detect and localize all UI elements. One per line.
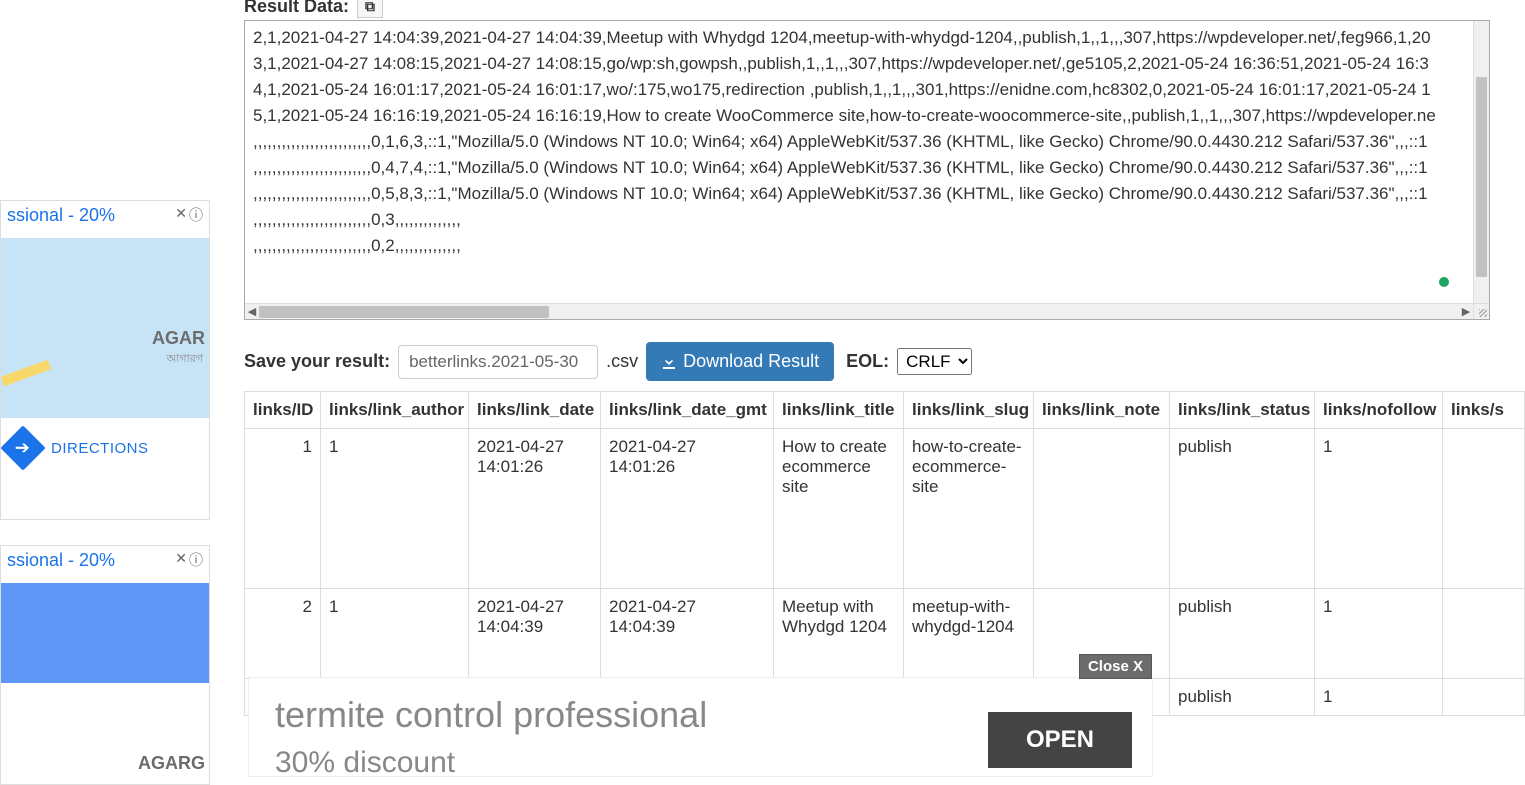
table-cell: meetup-with-whydgd-1204 — [904, 589, 1034, 679]
sidebar-ad-2[interactable]: ssional - 20% ✕ ⓘ AGARG — [0, 545, 210, 785]
ad-map: AGAR আগারগ — [1, 238, 209, 418]
horizontal-scrollbar[interactable]: ◀ ▶ — [245, 303, 1473, 319]
table-cell: publish — [1170, 679, 1315, 716]
th-note: links/link_note — [1034, 392, 1170, 429]
table-cell: 2 — [245, 589, 321, 679]
table-cell: 1 — [321, 429, 469, 589]
ad-title: ssional - 20% — [7, 205, 115, 226]
table-row: 112021-04-27 14:01:262021-04-27 14:01:26… — [245, 429, 1525, 589]
table-cell — [1034, 429, 1170, 589]
ad-close-icon[interactable]: ✕ — [175, 205, 187, 225]
th-nofollow: links/nofollow — [1315, 392, 1443, 429]
table-cell: 1 — [1315, 679, 1443, 716]
table-header-row: links/ID links/link_author links/link_da… — [245, 392, 1525, 429]
ad-info-icon[interactable]: ⓘ — [189, 550, 203, 570]
table-cell: 2021-04-27 14:04:39 — [601, 589, 774, 679]
ad-map-label: AGAR — [152, 328, 205, 349]
result-text[interactable]: 2,1,2021-04-27 14:04:39,2021-04-27 14:04… — [245, 21, 1490, 263]
ad-map — [1, 583, 209, 683]
table-cell: publish — [1170, 589, 1315, 679]
th-title: links/link_title — [774, 392, 904, 429]
table-cell: How to create ecommerce site — [774, 429, 904, 589]
ad-directions-link[interactable]: DIRECTIONS — [1, 418, 209, 478]
result-table: links/ID links/link_author links/link_da… — [244, 391, 1525, 716]
th-s: links/s — [1443, 392, 1525, 429]
table-cell: 1 — [1315, 429, 1443, 589]
ad-subline: 30% discount — [275, 746, 455, 780]
table-cell: 1 — [245, 429, 321, 589]
th-author: links/link_author — [321, 392, 469, 429]
table-cell: 2021-04-27 14:04:39 — [469, 589, 601, 679]
result-data-label: Result Data: — [244, 0, 349, 17]
save-label: Save your result: — [244, 351, 390, 372]
ad-close-icon[interactable]: ✕ — [175, 550, 187, 570]
left-sidebar: ssional - 20% ✕ ⓘ AGAR আগারগ DIRECTIONS … — [0, 0, 210, 777]
table-cell: 1 — [321, 589, 469, 679]
th-dategmt: links/link_date_gmt — [601, 392, 774, 429]
download-label: Download Result — [683, 351, 819, 372]
bottom-banner-ad[interactable]: Close X termite control professional 30%… — [248, 677, 1153, 777]
download-icon — [661, 354, 677, 370]
ad-headline: termite control professional — [275, 694, 707, 736]
filename-input[interactable] — [398, 345, 598, 379]
vertical-scrollbar[interactable] — [1473, 21, 1489, 303]
table-cell: 1 — [1315, 589, 1443, 679]
th-date: links/link_date — [469, 392, 601, 429]
table-cell: 2021-04-27 14:01:26 — [469, 429, 601, 589]
table-cell — [1443, 679, 1525, 716]
ad-open-button[interactable]: OPEN — [988, 712, 1132, 768]
main-content: Result Data: ⧉ 2,1,2021-04-27 14:04:39,2… — [244, 0, 1525, 777]
ad-map-sublabel: আগারগ — [167, 350, 204, 369]
ad-info-icon[interactable]: ⓘ — [189, 205, 203, 225]
table-cell — [1443, 589, 1525, 679]
scroll-right-icon[interactable]: ▶ — [1459, 305, 1473, 318]
directions-icon — [0, 425, 45, 470]
eol-select[interactable]: CRLFLFCR — [897, 348, 972, 375]
table-cell: publish — [1170, 429, 1315, 589]
table-cell — [1443, 429, 1525, 589]
download-button[interactable]: Download Result — [646, 342, 834, 381]
table-cell: how-to-create-ecommerce-site — [904, 429, 1034, 589]
ad-title: ssional - 20% — [7, 550, 115, 571]
table-cell: Meetup with Whydgd 1204 — [774, 589, 904, 679]
file-ext-label: .csv — [606, 351, 638, 372]
ad-map-label: AGARG — [138, 753, 205, 774]
grammarly-dot-icon[interactable] — [1439, 277, 1449, 287]
table-row: 212021-04-27 14:04:392021-04-27 14:04:39… — [245, 589, 1525, 679]
th-slug: links/link_slug — [904, 392, 1034, 429]
directions-text: DIRECTIONS — [51, 440, 149, 457]
sidebar-ad-1[interactable]: ssional - 20% ✕ ⓘ AGAR আগারগ DIRECTIONS — [0, 200, 210, 520]
resize-handle-icon[interactable] — [1473, 303, 1489, 319]
scroll-left-icon[interactable]: ◀ — [245, 305, 259, 318]
result-textarea[interactable]: 2,1,2021-04-27 14:04:39,2021-04-27 14:04… — [244, 20, 1490, 320]
copy-button[interactable]: ⧉ — [357, 0, 383, 18]
th-status: links/link_status — [1170, 392, 1315, 429]
th-id: links/ID — [245, 392, 321, 429]
eol-label: EOL: — [846, 351, 889, 372]
ad-close-button[interactable]: Close X — [1079, 654, 1152, 679]
table-cell: 2021-04-27 14:01:26 — [601, 429, 774, 589]
